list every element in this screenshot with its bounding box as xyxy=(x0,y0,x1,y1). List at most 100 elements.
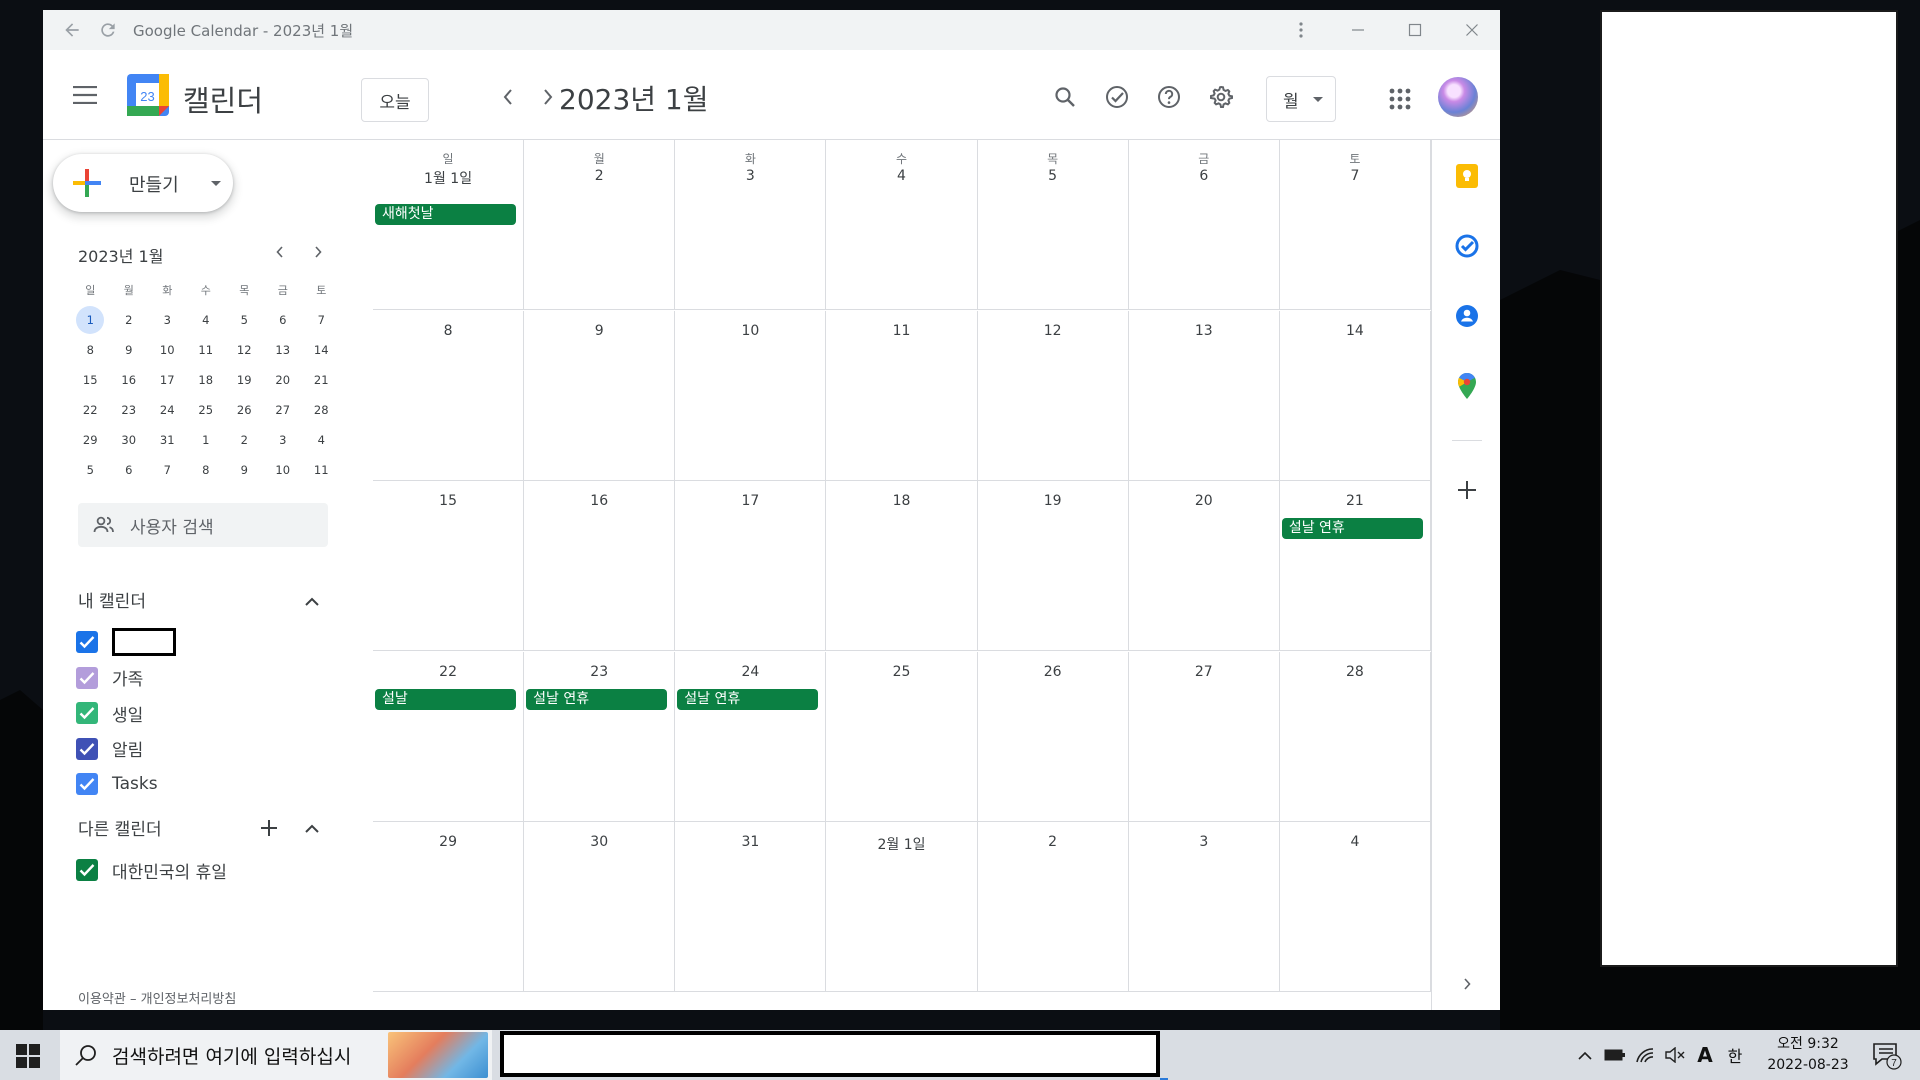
mini-calendar-day[interactable]: 4 xyxy=(187,313,226,327)
day-number[interactable]: 17 xyxy=(675,493,825,509)
mini-calendar-day[interactable]: 6 xyxy=(110,463,149,477)
day-cell[interactable]: 2 xyxy=(978,822,1129,992)
mini-calendar-day[interactable]: 10 xyxy=(264,463,303,477)
mini-calendar-day[interactable]: 23 xyxy=(110,403,149,417)
apps-grid-icon[interactable] xyxy=(1385,84,1415,114)
ime-indicator[interactable]: 한 xyxy=(1720,1040,1750,1070)
day-number[interactable]: 1월 1일 xyxy=(373,168,523,188)
view-selector-dropdown[interactable]: 월 xyxy=(1266,76,1336,122)
mini-calendar-day[interactable]: 18 xyxy=(187,373,226,387)
wifi-icon[interactable] xyxy=(1630,1040,1660,1070)
day-cell[interactable]: 29 xyxy=(373,822,525,992)
day-cell[interactable]: 26 xyxy=(978,651,1129,822)
tasks-check-icon[interactable] xyxy=(1100,80,1134,114)
mini-calendar-day[interactable]: 9 xyxy=(110,343,149,357)
day-cell[interactable]: 17 xyxy=(675,481,827,651)
day-cell[interactable]: 2월 1일 xyxy=(826,822,978,992)
mini-calendar-day[interactable]: 14 xyxy=(302,343,341,357)
day-number[interactable]: 2 xyxy=(524,168,674,184)
day-cell[interactable]: 20 xyxy=(1129,481,1280,651)
day-number[interactable]: 20 xyxy=(1129,493,1279,509)
day-cell[interactable]: 4 xyxy=(1280,822,1431,992)
day-cell[interactable]: 31 xyxy=(675,822,827,992)
mini-calendar-day[interactable]: 5 xyxy=(225,313,264,327)
tasks-icon[interactable] xyxy=(1453,232,1481,260)
mini-prev-chevron-icon[interactable] xyxy=(268,240,292,264)
day-cell[interactable]: 19 xyxy=(978,481,1129,651)
mini-calendar-day[interactable]: 24 xyxy=(148,403,187,417)
day-number[interactable]: 3 xyxy=(1129,834,1279,850)
calendar-list-item[interactable] xyxy=(76,627,176,657)
help-icon[interactable] xyxy=(1152,80,1186,114)
mini-calendar-day[interactable]: 19 xyxy=(225,373,264,387)
day-number[interactable]: 16 xyxy=(524,493,674,509)
more-vert-icon[interactable] xyxy=(1272,10,1329,50)
reload-icon[interactable] xyxy=(93,15,123,45)
day-number[interactable]: 31 xyxy=(675,834,825,850)
mini-calendar-day[interactable]: 17 xyxy=(148,373,187,387)
maps-pin-icon[interactable] xyxy=(1453,372,1481,400)
day-cell[interactable]: 목5 xyxy=(978,140,1129,310)
event-chip[interactable]: 설날 연휴 xyxy=(677,688,819,710)
other-calendars-collapse-chevron-up-icon[interactable] xyxy=(299,815,325,841)
close-icon[interactable] xyxy=(1443,10,1500,50)
maximize-icon[interactable] xyxy=(1386,10,1443,50)
mini-calendar-day[interactable]: 3 xyxy=(148,313,187,327)
mini-calendar-day[interactable]: 1 xyxy=(187,433,226,447)
mini-calendar-day[interactable]: 7 xyxy=(148,463,187,477)
add-other-calendar-plus-icon[interactable] xyxy=(256,815,282,841)
day-number[interactable]: 18 xyxy=(826,493,976,509)
day-cell[interactable]: 22 설날 xyxy=(373,651,525,822)
mini-calendar-day[interactable]: 4 xyxy=(302,433,341,447)
calendar-list-item[interactable]: 대한민국의 휴일 xyxy=(76,855,227,885)
battery-icon[interactable] xyxy=(1600,1040,1630,1070)
calendar-checkbox[interactable] xyxy=(76,631,98,653)
day-number[interactable]: 9 xyxy=(524,323,674,339)
event-chip[interactable]: 새해첫날 xyxy=(375,204,516,225)
mini-calendar-day[interactable]: 6 xyxy=(264,313,303,327)
mini-calendar-day[interactable]: 21 xyxy=(302,373,341,387)
day-number[interactable]: 11 xyxy=(826,323,976,339)
mini-calendar-day[interactable]: 11 xyxy=(302,463,341,477)
prev-month-chevron-icon[interactable] xyxy=(493,82,523,112)
mini-calendar-day[interactable]: 26 xyxy=(225,403,264,417)
mini-calendar-day[interactable]: 3 xyxy=(264,433,303,447)
font-indicator[interactable]: A xyxy=(1690,1040,1720,1070)
day-number[interactable]: 5 xyxy=(978,168,1128,184)
day-cell[interactable]: 3 xyxy=(1129,822,1280,992)
day-cell[interactable]: 11 xyxy=(826,310,978,481)
mini-calendar-day[interactable]: 29 xyxy=(71,433,110,447)
day-number[interactable]: 7 xyxy=(1280,168,1430,184)
event-chip[interactable]: 설날 연휴 xyxy=(1281,518,1423,539)
day-cell[interactable]: 27 xyxy=(1129,651,1280,822)
mini-calendar-day[interactable]: 2 xyxy=(110,313,149,327)
day-number[interactable]: 13 xyxy=(1129,323,1279,339)
calendar-list-item[interactable]: 생일 xyxy=(76,698,143,728)
calendar-checkbox[interactable] xyxy=(76,666,98,689)
add-addon-plus-icon[interactable] xyxy=(1453,476,1481,504)
day-cell[interactable]: 13 xyxy=(1129,310,1280,481)
day-number[interactable]: 23 xyxy=(524,664,674,680)
calendar-checkbox[interactable] xyxy=(76,737,98,760)
day-number[interactable]: 2월 1일 xyxy=(826,834,976,854)
day-cell[interactable]: 25 xyxy=(826,651,978,822)
my-calendars-collapse-chevron-up-icon[interactable] xyxy=(299,588,325,614)
day-cell[interactable]: 금6 xyxy=(1129,140,1280,310)
day-number[interactable]: 22 xyxy=(373,664,523,680)
mini-calendar-day[interactable]: 11 xyxy=(187,343,226,357)
day-number[interactable]: 26 xyxy=(978,664,1128,680)
speaker-muted-icon[interactable] xyxy=(1660,1040,1690,1070)
day-number[interactable]: 3 xyxy=(675,168,825,184)
mini-calendar-day[interactable]: 13 xyxy=(264,343,303,357)
today-button[interactable]: 오늘 xyxy=(361,78,429,122)
calendar-list-item[interactable]: Tasks xyxy=(76,769,158,799)
day-cell[interactable]: 30 xyxy=(524,822,676,992)
event-chip[interactable]: 설날 연휴 xyxy=(526,688,668,710)
mini-calendar-day[interactable]: 7 xyxy=(302,313,341,327)
notification-center-icon[interactable]: 7 xyxy=(1872,1042,1902,1070)
mini-calendar-day[interactable]: 8 xyxy=(187,463,226,477)
calendar-list-item[interactable]: 가족 xyxy=(76,663,143,693)
day-number[interactable]: 28 xyxy=(1280,664,1430,680)
day-number[interactable]: 14 xyxy=(1280,323,1430,339)
mini-calendar-day[interactable]: 8 xyxy=(71,343,110,357)
